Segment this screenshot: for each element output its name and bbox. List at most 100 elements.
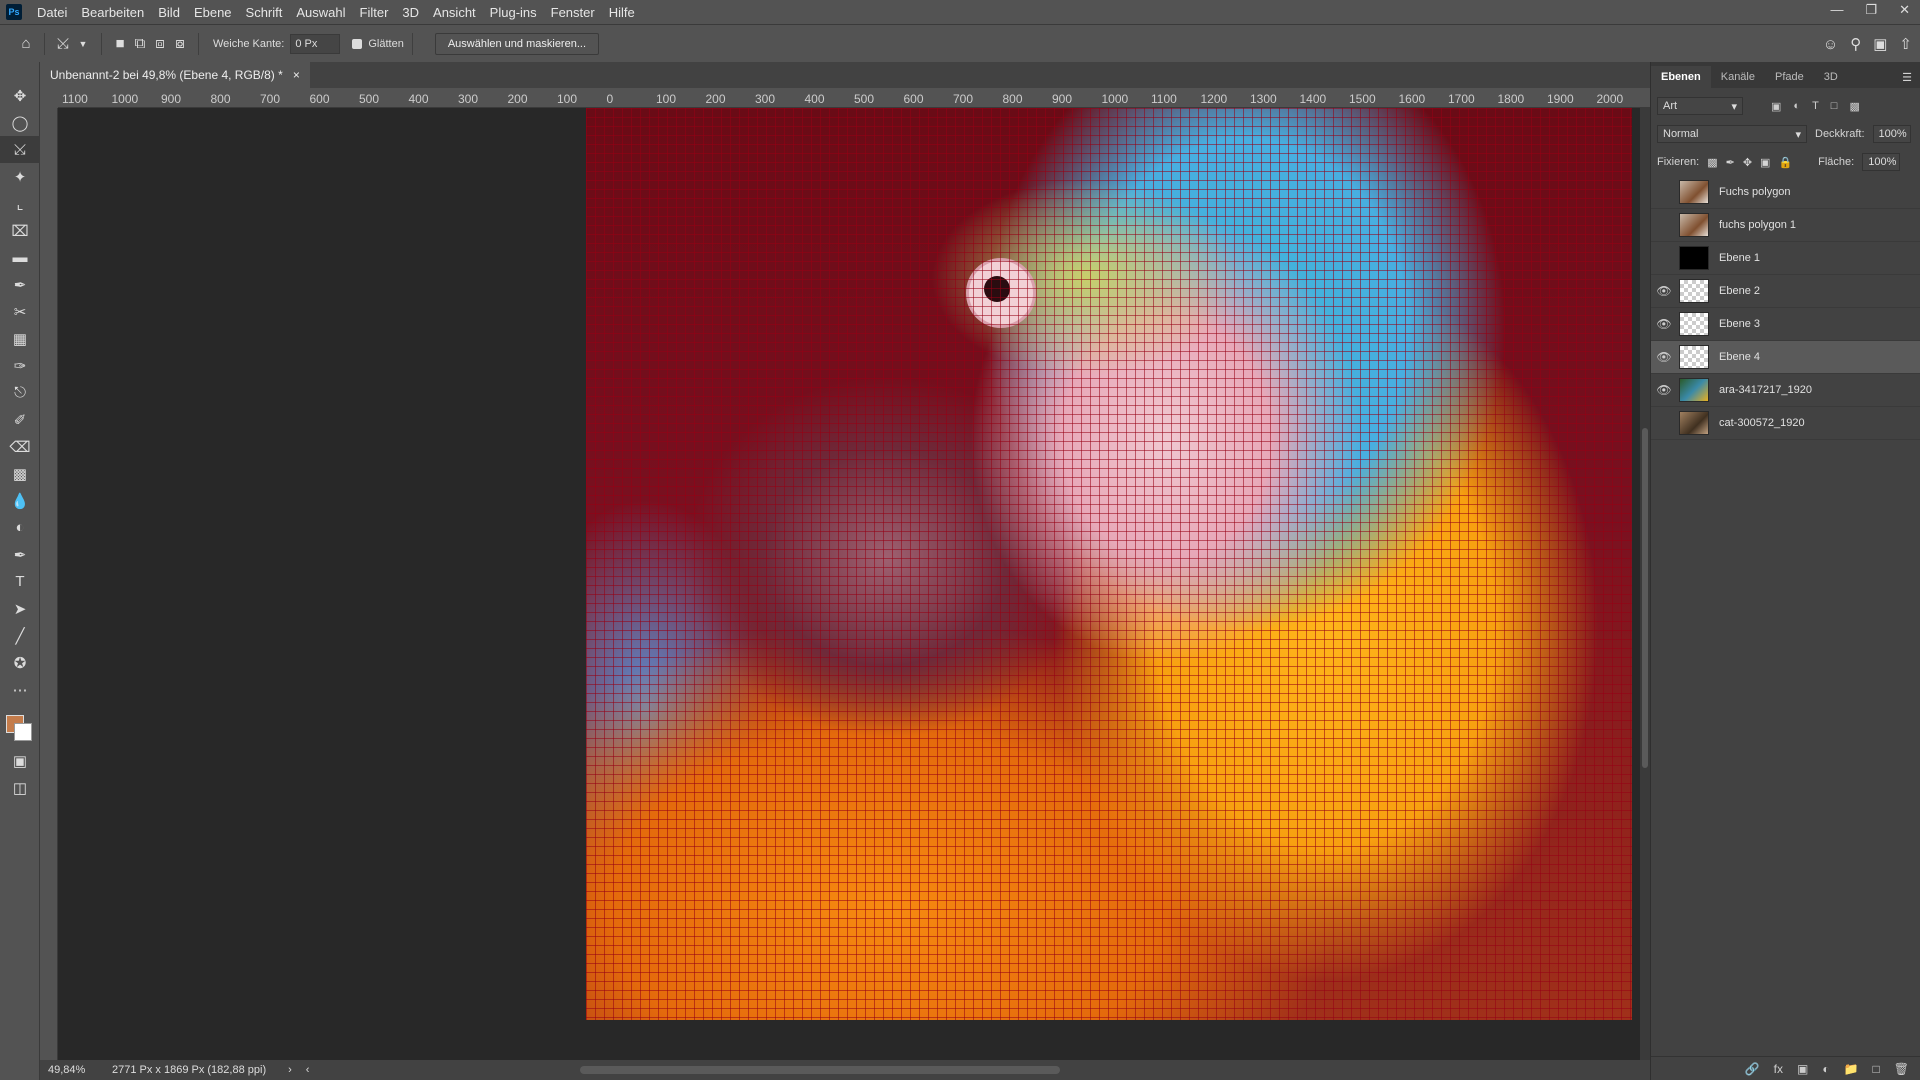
stamp-tool-icon[interactable]: ⎋ <box>0 379 40 406</box>
menu-bild[interactable]: Bild <box>151 5 187 20</box>
search-icon[interactable]: ⚲ <box>1850 35 1861 53</box>
add-selection-icon[interactable]: ⧉ <box>130 34 150 54</box>
layer-row[interactable]: fuchs polygon 1 <box>1651 209 1920 242</box>
shape-filter-icon[interactable]: □ <box>1831 100 1838 113</box>
workspace-icon[interactable]: ▣ <box>1873 35 1887 53</box>
marquee-tool-icon[interactable]: ◯ <box>0 109 40 136</box>
layer-name[interactable]: cat-300572_1920 <box>1719 417 1805 429</box>
more-tools-icon[interactable]: ⋯ <box>0 676 40 703</box>
type-filter-icon[interactable]: T <box>1812 100 1819 113</box>
scissors-tool-icon[interactable]: ✂ <box>0 298 40 325</box>
layer-thumbnail[interactable] <box>1679 411 1709 435</box>
share-user-icon[interactable]: ☺ <box>1823 36 1838 53</box>
visibility-eye-icon[interactable]: 👁 <box>1651 317 1677 331</box>
panel-menu-icon[interactable]: ☰ <box>1902 66 1912 88</box>
brush-tool-icon[interactable]: ✑ <box>0 352 40 379</box>
tab-ebenen[interactable]: Ebenen <box>1651 66 1711 88</box>
layer-row[interactable]: cat-300572_1920 <box>1651 407 1920 440</box>
restore-icon[interactable]: ❐ <box>1865 2 1877 18</box>
history-brush-tool-icon[interactable]: ✐ <box>0 406 40 433</box>
visibility-eye-icon[interactable]: 👁 <box>1651 350 1677 364</box>
lock-position-icon[interactable]: ✥ <box>1743 156 1752 169</box>
blend-mode-select[interactable]: Normal ▾ <box>1657 125 1807 143</box>
share-icon[interactable]: ⇧ <box>1899 35 1912 53</box>
scroll-left-icon[interactable]: ‹ <box>306 1064 310 1076</box>
quick-mask-icon[interactable]: ▣ <box>0 747 40 774</box>
crop-tool-icon[interactable]: ⌞ <box>0 190 40 217</box>
close-icon[interactable]: × <box>293 68 300 82</box>
layer-thumbnail[interactable] <box>1679 246 1709 270</box>
menu-auswahl[interactable]: Auswahl <box>289 5 352 20</box>
eraser-tool-icon[interactable]: ⌫ <box>0 433 40 460</box>
chevron-down-icon[interactable]: ▼ <box>73 34 93 54</box>
new-selection-icon[interactable]: ■ <box>110 34 130 54</box>
tab-kanaele[interactable]: Kanäle <box>1711 66 1765 88</box>
gradient-tool-icon[interactable]: ▩ <box>0 460 40 487</box>
layer-name[interactable]: ara-3417217_1920 <box>1719 384 1812 396</box>
blur-tool-icon[interactable]: 💧 <box>0 487 40 514</box>
screen-mode-icon[interactable]: ◫ <box>0 774 40 801</box>
menu-hilfe[interactable]: Hilfe <box>602 5 642 20</box>
add-mask-icon[interactable]: ▣ <box>1797 1062 1808 1076</box>
layer-name[interactable]: fuchs polygon 1 <box>1719 219 1796 231</box>
menu-ansicht[interactable]: Ansicht <box>426 5 483 20</box>
vertical-scrollbar[interactable] <box>1640 108 1650 1060</box>
adjustment-layer-icon[interactable]: ◐ <box>1822 1062 1829 1076</box>
tab-pfade[interactable]: Pfade <box>1765 66 1814 88</box>
menu-datei[interactable]: Datei <box>30 5 74 20</box>
layer-name[interactable]: Fuchs polygon <box>1719 186 1791 198</box>
layer-name[interactable]: Ebene 4 <box>1719 351 1760 363</box>
intersect-selection-icon[interactable]: ⧇ <box>170 34 190 54</box>
layer-thumbnail[interactable] <box>1679 180 1709 204</box>
patch-tool-icon[interactable]: ▦ <box>0 325 40 352</box>
feather-input[interactable]: 0 Px <box>290 33 341 54</box>
close-icon[interactable]: ✕ <box>1899 2 1910 18</box>
horizontal-scroll-thumb[interactable] <box>580 1066 1060 1074</box>
menu-3d[interactable]: 3D <box>395 5 426 20</box>
new-group-icon[interactable]: 📁 <box>1844 1062 1859 1076</box>
link-layers-icon[interactable]: 🔗 <box>1745 1062 1760 1076</box>
polygon-lasso-icon[interactable]: ⤩ <box>53 34 73 54</box>
ruler-tool-icon[interactable]: ▬ <box>0 244 40 271</box>
layer-thumbnail[interactable] <box>1679 312 1709 336</box>
layer-name[interactable]: Ebene 1 <box>1719 252 1760 264</box>
home-icon[interactable]: ⌂ <box>16 34 36 54</box>
lock-artboard-icon[interactable]: ▣ <box>1760 156 1770 169</box>
menu-filter[interactable]: Filter <box>353 5 396 20</box>
line-tool-icon[interactable]: ╱ <box>0 622 40 649</box>
layer-thumbnail[interactable] <box>1679 378 1709 402</box>
layer-row[interactable]: Fuchs polygon <box>1651 176 1920 209</box>
new-layer-icon[interactable]: □ <box>1873 1062 1880 1076</box>
minimize-icon[interactable]: — <box>1830 2 1843 18</box>
type-tool-icon[interactable]: T <box>0 568 40 595</box>
layer-row[interactable]: 👁 Ebene 4 <box>1651 341 1920 374</box>
delete-layer-icon[interactable]: 🗑 <box>1894 1062 1909 1076</box>
lasso-tool-icon[interactable]: ⤩ <box>0 136 40 163</box>
layer-filter-select[interactable]: Art ▾ <box>1657 97 1743 115</box>
lock-all-icon[interactable]: 🔒 <box>1778 156 1792 169</box>
lock-transparency-icon[interactable]: ▩ <box>1707 156 1717 169</box>
menu-fenster[interactable]: Fenster <box>544 5 602 20</box>
menu-plugins[interactable]: Plug-ins <box>483 5 544 20</box>
lock-pixels-icon[interactable]: ✒ <box>1726 156 1735 169</box>
menu-bearbeiten[interactable]: Bearbeiten <box>74 5 151 20</box>
vertical-scroll-thumb[interactable] <box>1642 428 1648 768</box>
path-select-tool-icon[interactable]: ➤ <box>0 595 40 622</box>
layer-row[interactable]: 👁 Ebene 3 <box>1651 308 1920 341</box>
frame-tool-icon[interactable]: ⌧ <box>0 217 40 244</box>
canvas-area[interactable] <box>58 108 1640 1060</box>
background-color-swatch[interactable] <box>14 723 32 741</box>
opacity-input[interactable]: 100% <box>1872 125 1911 143</box>
layer-row[interactable]: Ebene 1 <box>1651 242 1920 275</box>
move-tool-icon[interactable]: ✥ <box>0 82 40 109</box>
fill-input[interactable]: 100% <box>1862 153 1901 171</box>
shape-tool-icon[interactable]: ✪ <box>0 649 40 676</box>
pen-tool-icon[interactable]: ✒ <box>0 541 40 568</box>
chevron-right-icon[interactable]: › <box>288 1064 292 1076</box>
menu-ebene[interactable]: Ebene <box>187 5 239 20</box>
parrot-image-canvas[interactable] <box>586 108 1632 1020</box>
layer-row[interactable]: 👁 ara-3417217_1920 <box>1651 374 1920 407</box>
dodge-tool-icon[interactable]: ◐ <box>0 514 40 541</box>
select-and-mask-button[interactable]: Auswählen und maskieren... <box>434 32 599 55</box>
menu-schrift[interactable]: Schrift <box>239 5 290 20</box>
